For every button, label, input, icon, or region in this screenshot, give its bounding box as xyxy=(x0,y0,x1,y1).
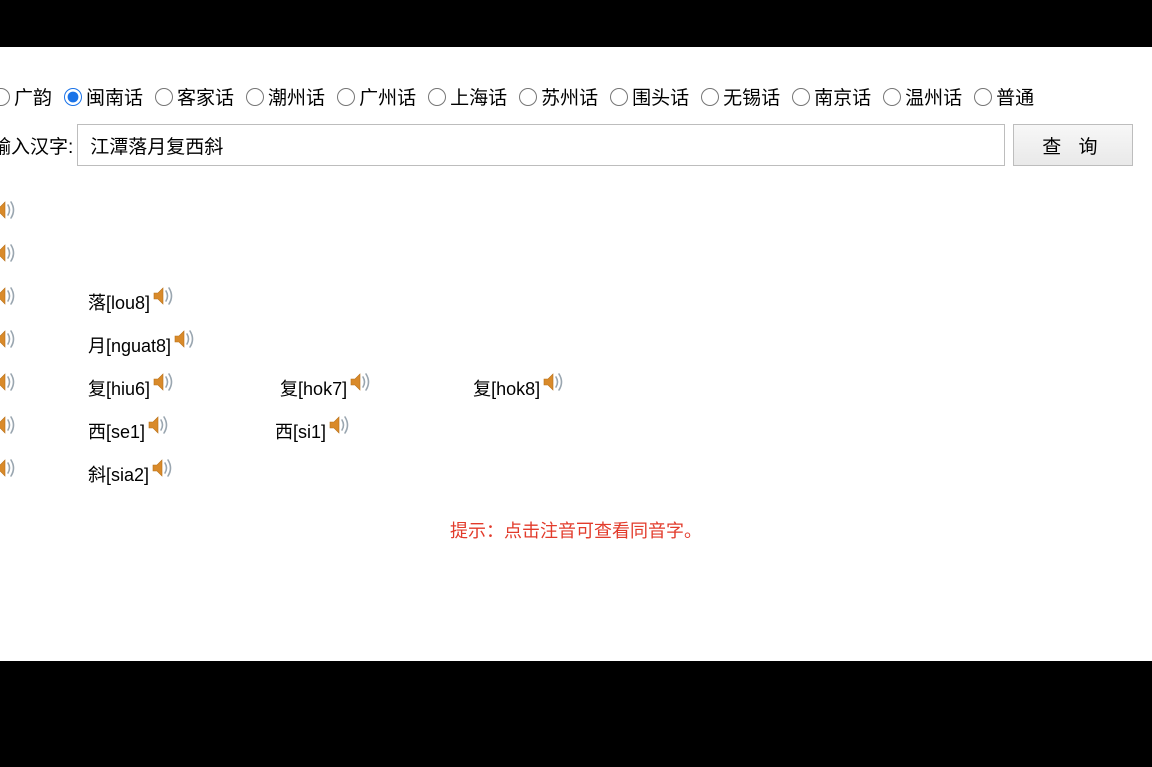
result-row: 复[hiu6] 复[hok7] 复[hok8] xyxy=(0,366,1152,409)
result-row: 西[se1] 西[si1] xyxy=(0,409,1152,452)
dialect-option-suzhou[interactable]: 苏州话 xyxy=(519,83,598,110)
dialect-label-weitou[interactable]: 围头话 xyxy=(632,83,689,110)
reading[interactable]: 复[hok8] xyxy=(473,375,540,401)
speaker-icon[interactable] xyxy=(173,328,197,350)
result-row: 斜[sia2] xyxy=(0,452,1152,495)
dialect-radio-nanjing[interactable] xyxy=(792,88,810,106)
speaker-icon[interactable] xyxy=(0,371,18,393)
speaker-icon[interactable] xyxy=(0,457,18,479)
dialect-radio-hakka[interactable] xyxy=(155,88,173,106)
dialect-radio-chaozhou[interactable] xyxy=(246,88,264,106)
dialect-option-putong[interactable]: 普通 xyxy=(974,83,1034,110)
dialect-option-shanghai[interactable]: 上海话 xyxy=(428,83,507,110)
dialect-radio-shanghai[interactable] xyxy=(428,88,446,106)
dialect-radio-guangzhou[interactable] xyxy=(337,88,355,106)
dialect-radio-wenzhou[interactable] xyxy=(883,88,901,106)
reading[interactable]: 西[si1] xyxy=(275,418,326,444)
dialect-radio-suzhou[interactable] xyxy=(519,88,537,106)
dialect-radio-wuxi[interactable] xyxy=(701,88,719,106)
speaker-icon[interactable] xyxy=(542,371,566,393)
dialect-option-wuxi[interactable]: 无锡话 xyxy=(701,83,780,110)
dialect-option-hakka[interactable]: 客家话 xyxy=(155,83,234,110)
dialect-label-minnan[interactable]: 闽南话 xyxy=(86,83,143,110)
dialect-label-chaozhou[interactable]: 潮州话 xyxy=(268,83,325,110)
result-row: 落[lou8] xyxy=(0,280,1152,323)
speaker-icon[interactable] xyxy=(152,285,176,307)
dialect-label-putong[interactable]: 普通 xyxy=(996,83,1034,110)
speaker-icon[interactable] xyxy=(0,199,18,221)
dialect-option-guangyun[interactable]: 广韵 xyxy=(0,83,52,110)
tip-text: 提示：点击注音可查看同音字。 xyxy=(0,517,1152,543)
dialect-option-wenzhou[interactable]: 温州话 xyxy=(883,83,962,110)
dialect-radio-putong[interactable] xyxy=(974,88,992,106)
dialect-label-hakka[interactable]: 客家话 xyxy=(177,83,234,110)
dialect-option-minnan[interactable]: 闽南话 xyxy=(64,83,143,110)
reading[interactable]: 月[nguat8] xyxy=(88,332,171,358)
speaker-icon[interactable] xyxy=(349,371,373,393)
dialect-radio-weitou[interactable] xyxy=(610,88,628,106)
speaker-icon[interactable] xyxy=(151,457,175,479)
reading[interactable]: 复[hiu6] xyxy=(88,375,150,401)
dialect-label-wenzhou[interactable]: 温州话 xyxy=(905,83,962,110)
dialect-label-nanjing[interactable]: 南京话 xyxy=(814,83,871,110)
dialect-label-guangzhou[interactable]: 广州话 xyxy=(359,83,416,110)
dialect-label-shanghai[interactable]: 上海话 xyxy=(450,83,507,110)
result-row xyxy=(0,237,1152,280)
reading[interactable]: 斜[sia2] xyxy=(88,461,149,487)
speaker-icon[interactable] xyxy=(152,371,176,393)
speaker-icon[interactable] xyxy=(0,285,18,307)
dialect-radio-guangyun[interactable] xyxy=(0,88,10,106)
dialect-option-guangzhou[interactable]: 广州话 xyxy=(337,83,416,110)
search-input[interactable] xyxy=(77,124,1005,166)
result-row: 月[nguat8] xyxy=(0,323,1152,366)
dialect-label-guangyun[interactable]: 广韵 xyxy=(14,83,52,110)
dialect-option-nanjing[interactable]: 南京话 xyxy=(792,83,871,110)
search-button[interactable]: 查 询 xyxy=(1013,124,1132,166)
speaker-icon[interactable] xyxy=(0,328,18,350)
dialect-label-suzhou[interactable]: 苏州话 xyxy=(541,83,598,110)
dialect-option-weitou[interactable]: 围头话 xyxy=(610,83,689,110)
speaker-icon[interactable] xyxy=(328,414,352,436)
reading[interactable]: 复[hok7] xyxy=(280,375,347,401)
reading[interactable]: 西[se1] xyxy=(88,418,145,444)
dialect-radio-minnan[interactable] xyxy=(64,88,82,106)
dialect-label-wuxi[interactable]: 无锡话 xyxy=(723,83,780,110)
result-row xyxy=(0,194,1152,237)
reading[interactable]: 落[lou8] xyxy=(88,289,150,315)
speaker-icon[interactable] xyxy=(0,414,18,436)
speaker-icon[interactable] xyxy=(147,414,171,436)
search-label: 输入汉字: xyxy=(0,132,73,159)
speaker-icon[interactable] xyxy=(0,242,18,264)
dialect-option-chaozhou[interactable]: 潮州话 xyxy=(246,83,325,110)
